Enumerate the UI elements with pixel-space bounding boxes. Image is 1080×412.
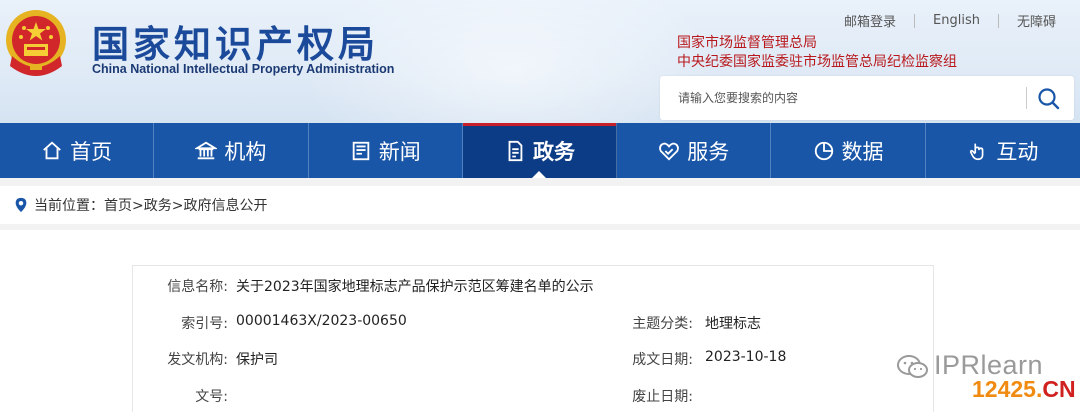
location-pin-icon [15,197,27,213]
mail-login-link[interactable]: 邮箱登录 [826,11,914,30]
info-value: 保护司 [236,352,278,368]
watermark-site: 12425.CN [972,376,1076,403]
search-icon[interactable] [1036,86,1062,112]
breadcrumb-prefix: 当前位置： [34,198,104,214]
news-icon [352,141,369,160]
site-title[interactable]: 国家知识产权局 [92,14,379,68]
pie-chart-icon [814,141,833,160]
info-table: 信息名称: 关于2023年国家地理标志产品保护示范区筹建名单的公示 索引号: 0… [132,265,934,412]
breadcrumb: 当前位置： 首页>政务>政府信息公开 [0,186,1080,224]
nav-label: 互动 [996,139,1039,164]
info-label: 废止日期: [632,389,693,405]
info-label: 成文日期: [632,352,693,368]
nav-label: 服务 [687,139,730,164]
site-header: 国家知识产权局 China National Intellectual Prop… [0,0,1080,123]
main-nav: 首页 机构 新闻 政务 服务 数据 互动 [0,123,1080,178]
nav-item-interaction[interactable]: 互动 [926,123,1080,178]
search-input[interactable] [660,76,1022,120]
nav-label: 首页 [70,139,113,164]
info-value: 00001463X/2023-00650 [236,313,407,329]
watermark-cn: CN [1042,376,1076,402]
home-icon [43,141,61,159]
info-label: 主题分类: [632,316,693,332]
info-row: 信息名称: 关于2023年国家地理标志产品保护示范区筹建名单的公示 [133,276,933,296]
search-box [660,76,1074,120]
info-label: 文号: [195,389,228,405]
info-label: 信息名称: [167,279,228,295]
nav-item-institution[interactable]: 机构 [154,123,309,178]
nav-label: 政务 [532,139,575,164]
accessibility-link[interactable]: 无障碍 [999,11,1074,30]
site-subtitle: China National Intellectual Property Adm… [92,62,395,76]
nav-label: 机构 [224,139,267,164]
service-icon [659,142,680,161]
info-value: 2023-10-18 [705,349,787,365]
info-row: 发文机构: 保护司 成文日期: 2023-10-18 [133,349,933,369]
nav-item-service[interactable]: 服务 [617,123,772,178]
breadcrumb-path[interactable]: 首页>政务>政府信息公开 [104,195,267,215]
org-link-discipline[interactable]: 中央纪委国家监委驻市场监管总局纪检监察组 [677,51,957,71]
nav-item-data[interactable]: 数据 [771,123,926,178]
interaction-icon [970,143,984,160]
info-row: 索引号: 00001463X/2023-00650 主题分类: 地理标志 [133,313,933,333]
top-links: 邮箱登录 English 无障碍 [826,11,1074,30]
institution-icon [195,141,218,159]
info-label: 发文机构: [167,352,228,368]
watermark-num: 12425. [972,376,1043,402]
english-link[interactable]: English [915,13,998,28]
content-area: 信息名称: 关于2023年国家地理标志产品保护示范区筹建名单的公示 索引号: 0… [0,230,1080,412]
nav-label: 数据 [841,139,884,164]
national-emblem-icon[interactable] [4,6,68,82]
search-divider [1026,87,1027,109]
nav-item-government-affairs[interactable]: 政务 [462,123,618,178]
nav-label: 新闻 [378,139,421,164]
info-row: 文号: 废止日期: [133,386,933,406]
info-value: 关于2023年国家地理标志产品保护示范区筹建名单的公示 [236,279,594,295]
nav-item-news[interactable]: 新闻 [309,123,463,178]
info-label: 索引号: [181,316,228,332]
info-value: 地理标志 [705,316,761,332]
org-link-samr[interactable]: 国家市场监督管理总局 [677,32,817,52]
nav-item-home[interactable]: 首页 [0,123,155,178]
document-icon [508,140,523,161]
wechat-icon [897,355,928,378]
